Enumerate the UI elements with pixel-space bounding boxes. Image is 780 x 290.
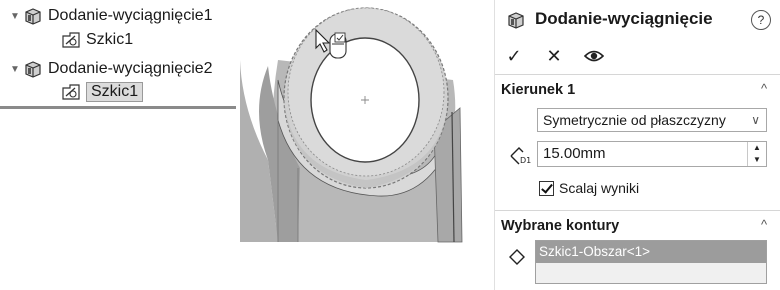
spin-down-icon[interactable]: ▼ bbox=[748, 154, 766, 166]
chevron-up-icon[interactable]: ^ bbox=[761, 81, 767, 96]
contour-list-item[interactable]: Szkic1-Obszar<1> bbox=[536, 241, 766, 263]
help-button[interactable]: ? bbox=[751, 10, 771, 30]
tree-item-sketch1-selected[interactable]: Szkic1 bbox=[60, 80, 144, 104]
selected-contours-list[interactable]: Szkic1-Obszar<1> bbox=[535, 240, 767, 284]
chevron-up-icon[interactable]: ^ bbox=[761, 217, 767, 232]
pm-actions: ✓ ✕ bbox=[501, 42, 607, 70]
extrude-feature-icon bbox=[25, 8, 41, 25]
ok-button[interactable]: ✓ bbox=[501, 43, 527, 69]
cancel-button[interactable]: ✕ bbox=[541, 43, 567, 69]
depth-value: 15.00mm bbox=[543, 145, 606, 162]
graphics-viewport[interactable] bbox=[238, 0, 490, 250]
tree-item-label: Szkic1 bbox=[86, 82, 144, 102]
direction-section-title: Kierunek 1 bbox=[501, 82, 576, 98]
merge-result-row[interactable]: Scalaj wyniki bbox=[539, 180, 639, 196]
pm-header: Dodanie-wyciągnięcie ? bbox=[495, 0, 780, 40]
eye-icon bbox=[584, 50, 604, 62]
expand-caret-icon[interactable]: ▼ bbox=[8, 64, 22, 75]
sketch-icon bbox=[62, 32, 80, 48]
depth-input[interactable]: 15.00mm ▲ ▼ bbox=[537, 141, 767, 167]
preview-button[interactable] bbox=[581, 43, 607, 69]
tree-divider bbox=[0, 106, 236, 109]
contours-section-header[interactable]: Wybrane kontury ^ bbox=[495, 210, 780, 241]
contours-section-title: Wybrane kontury bbox=[501, 218, 620, 234]
sketch-icon bbox=[62, 84, 80, 100]
tree-item-extrude2[interactable]: ▼ Dodanie-wyciągnięcie2 bbox=[8, 57, 213, 81]
end-condition-select[interactable]: Symetrycznie od płaszczyzny ∨ bbox=[537, 108, 767, 132]
tree-item-sketch1[interactable]: Szkic1 bbox=[60, 28, 133, 52]
end-condition-value: Symetrycznie od płaszczyzny bbox=[543, 112, 726, 128]
expand-caret-icon[interactable]: ▼ bbox=[8, 11, 22, 22]
merge-result-checkbox[interactable] bbox=[539, 180, 554, 196]
model-preview bbox=[240, 7, 463, 243]
feature-tree: ▼ Dodanie-wyciągnięcie1 Szkic1 ▼ Dodanie… bbox=[0, 0, 240, 112]
direction-section-header[interactable]: Kierunek 1 ^ bbox=[495, 74, 780, 105]
depth-dimension-icon: D1 bbox=[510, 147, 531, 165]
tree-item-extrude1[interactable]: ▼ Dodanie-wyciągnięcie1 bbox=[8, 4, 213, 28]
pm-title: Dodanie-wyciągnięcie bbox=[535, 9, 713, 28]
depth-spinner[interactable]: ▲ ▼ bbox=[747, 142, 766, 166]
svg-text:D1: D1 bbox=[520, 156, 531, 165]
tree-item-label: Szkic1 bbox=[86, 31, 134, 48]
spin-up-icon[interactable]: ▲ bbox=[748, 142, 766, 154]
property-manager: Dodanie-wyciągnięcie ? ✓ ✕ Kierunek 1 ^ … bbox=[494, 0, 780, 290]
tree-item-label: Dodanie-wyciągnięcie1 bbox=[48, 7, 213, 24]
extrude-feature-icon bbox=[25, 61, 41, 78]
chevron-down-icon: ∨ bbox=[751, 113, 760, 127]
tree-item-label: Dodanie-wyciągnięcie2 bbox=[48, 60, 213, 77]
extrude-feature-icon bbox=[508, 12, 524, 29]
contour-selection-icon bbox=[509, 249, 525, 265]
merge-result-label: Scalaj wyniki bbox=[559, 180, 640, 196]
